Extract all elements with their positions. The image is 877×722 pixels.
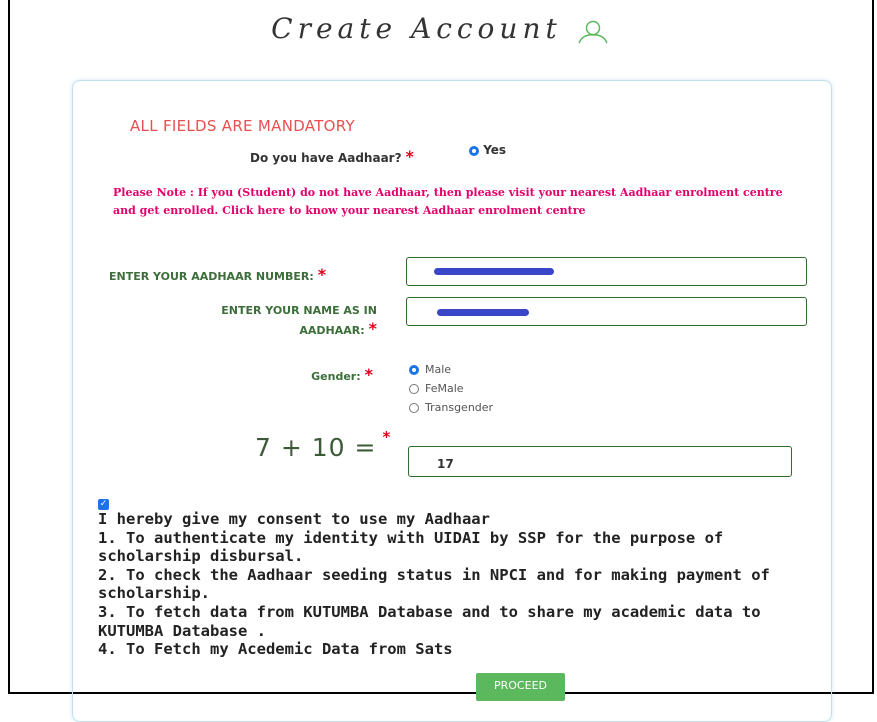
aadhaar-number-input[interactable] [406,257,807,286]
consent-text: I hereby give my consent to use my Aadha… [98,510,798,659]
consent-line: 1. To authenticate my identity with UIDA… [98,528,733,566]
redaction-mark [437,309,529,316]
required-mark: * [368,319,377,338]
aadhaar-name-label: ENTER YOUR NAME AS IN AADHAAR: * [169,302,377,340]
captcha-text: 7 + 10 = [255,433,377,462]
gender-radio-transgender[interactable]: Transgender [409,401,493,414]
radio-selected-icon [409,365,419,375]
radio-unselected-icon [409,384,419,394]
gender-radio-male[interactable]: Male [409,363,451,376]
aadhaar-question-text: Do you have Aadhaar? [250,151,402,165]
required-mark: * [364,365,373,384]
aadhaar-name-label-text: ENTER YOUR NAME AS IN AADHAAR: [221,304,377,337]
form-card: ALL FIELDS ARE MANDATORY Do you have Aad… [72,80,832,722]
consent-checkbox[interactable]: ✓ [98,499,109,510]
consent-line: 4. To Fetch my Acedemic Data from Sats [98,640,453,659]
redaction-mark [434,268,554,275]
aadhaar-name-input[interactable] [406,297,807,326]
page-title: Create Account [271,12,562,45]
mandatory-note: ALL FIELDS ARE MANDATORY [130,117,355,135]
radio-unselected-icon [409,403,419,413]
gender-label-text: Gender: [311,370,361,383]
captcha-answer-input[interactable]: 17 [408,446,792,477]
gender-option-label: Transgender [425,401,494,414]
aadhaar-notice-link[interactable]: Please Note : If you (Student) do not ha… [113,184,803,220]
page-header: Create Account [10,12,872,49]
required-mark: * [405,147,414,166]
aadhaar-number-label: ENTER YOUR AADHAAR NUMBER: * [109,265,377,284]
user-outline-icon [575,19,611,49]
consent-line: I hereby give my consent to use my Aadha… [98,510,490,528]
gender-radio-female[interactable]: FeMale [409,382,464,395]
aadhaar-yes-radio[interactable]: Yes [469,143,506,157]
gender-option-label: FeMale [425,382,464,395]
radio-selected-icon [469,145,479,156]
aadhaar-yes-label: Yes [483,143,507,157]
page-frame: Create Account ALL FIELDS ARE MANDATORY … [8,0,874,722]
required-mark: * [317,265,327,284]
captcha-question: 7 + 10 = * [255,428,391,462]
gender-label: Gender: * [243,365,373,384]
aadhaar-number-label-text: ENTER YOUR AADHAAR NUMBER: [109,270,314,283]
aadhaar-question-label: Do you have Aadhaar? * [250,147,414,166]
gender-option-label: Male [425,363,452,376]
required-mark: * [382,428,392,446]
consent-line: 3. To fetch data from KUTUMBA Database a… [98,602,770,640]
consent-line: 2. To check the Aadhaar seeding status i… [98,565,780,603]
